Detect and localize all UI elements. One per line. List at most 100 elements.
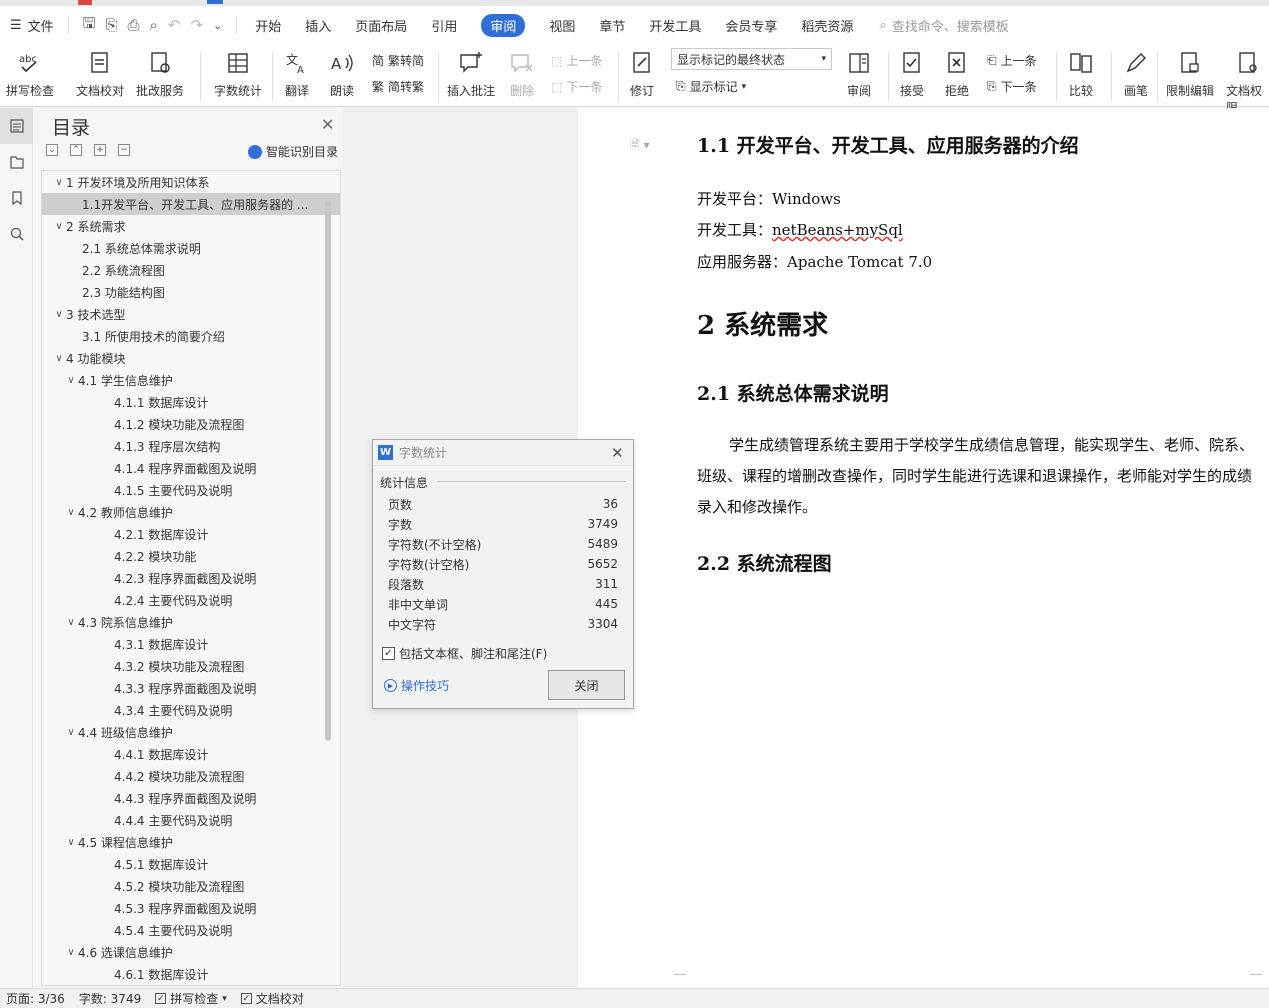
tab-6[interactable]: 章节 xyxy=(587,6,637,44)
toc-item[interactable]: 4.1.5 主要代码及说明 xyxy=(42,479,340,501)
doc-permission-button[interactable]: 文档权限 xyxy=(1226,48,1269,116)
close-icon[interactable]: ✕ xyxy=(611,444,624,462)
tab-3[interactable]: 引用 xyxy=(419,6,469,44)
toc-item[interactable]: 4.2.3 程序界面截图及说明 xyxy=(42,567,340,589)
chevron-down-icon[interactable]: ∨ xyxy=(64,507,78,518)
chevron-down-icon[interactable]: ∨ xyxy=(52,309,66,320)
proofread-button[interactable]: 文档校对 xyxy=(76,48,124,99)
toc-item[interactable]: 4.5.1 数据库设计 xyxy=(42,853,340,875)
toc-item[interactable]: 3.1 所使用技术的简要介绍 xyxy=(42,325,340,347)
chevron-down-icon[interactable]: ∨ xyxy=(64,727,78,738)
insert-comment-button[interactable]: 插入批注 xyxy=(447,48,495,99)
correction-service-button[interactable]: 批改服务 xyxy=(136,48,184,99)
search-icon[interactable] xyxy=(0,216,33,252)
toc-item[interactable]: ∨ 3 技术选型 xyxy=(42,303,340,325)
toc-item[interactable]: 2.3 功能结构图 xyxy=(42,281,340,303)
chapter-icon[interactable] xyxy=(0,144,33,180)
spellcheck-button[interactable]: abc 拼写检查 xyxy=(6,48,54,99)
toc-item[interactable]: ∨ 4.6 选课信息维护 xyxy=(42,941,340,963)
toc-item[interactable]: 4.5.4 主要代码及说明 xyxy=(42,919,340,941)
toc-item[interactable]: 4.3.1 数据库设计 xyxy=(42,633,340,655)
chevron-down-icon[interactable]: ∨ xyxy=(52,177,66,188)
spellcheck-toggle[interactable]: ✓ 拼写检查 ▾ xyxy=(155,990,227,1007)
ink-button[interactable]: 画笔 xyxy=(1121,48,1151,99)
customize-icon[interactable]: ⌄ xyxy=(213,19,222,32)
toc-item[interactable]: 4.3.3 程序界面截图及说明 xyxy=(42,677,340,699)
tab-4[interactable]: 审阅 xyxy=(469,6,537,44)
restrict-editing-button[interactable]: 限制编辑 xyxy=(1166,48,1214,99)
toc-item[interactable]: 4.5.3 程序界面截图及说明 xyxy=(42,897,340,919)
word-count-button[interactable]: 字数统计 xyxy=(214,48,262,99)
reject-button[interactable]: 拒绝 xyxy=(942,48,972,99)
toc-item[interactable]: ∨ 4 功能模块 xyxy=(42,347,340,369)
toc-item[interactable]: ∨ 4.3 院系信息维护 xyxy=(42,611,340,633)
toc-item[interactable]: 4.4.3 程序界面截图及说明 xyxy=(42,787,340,809)
close-icon[interactable]: ✕ xyxy=(321,115,334,134)
translate-button[interactable]: 文A 翻译 xyxy=(282,48,312,99)
simp-to-trad-button[interactable]: 繁 简转繁 xyxy=(372,78,424,95)
chevron-down-icon[interactable]: ∨ xyxy=(64,947,78,958)
toc-item[interactable]: ∨ 4.2 教师信息维护 xyxy=(42,501,340,523)
close-button[interactable]: 关闭 xyxy=(548,670,625,700)
tab-5[interactable]: 视图 xyxy=(537,6,587,44)
toc-panel-icon[interactable] xyxy=(0,108,33,144)
tips-link[interactable]: ▶ 操作技巧 xyxy=(384,677,449,694)
toc-item[interactable]: 4.2.2 模块功能 xyxy=(42,545,340,567)
next-comment-button[interactable]: ⬚ 下一条 xyxy=(551,78,602,95)
track-changes-button[interactable]: 修订 xyxy=(627,48,657,99)
toc-item[interactable]: 1.1开发平台、开发工具、应用服务器的 ... xyxy=(42,193,340,215)
redo-icon[interactable]: ↷ xyxy=(190,16,203,34)
toc-item[interactable]: 4.3.2 模块功能及流程图 xyxy=(42,655,340,677)
bookmark-icon[interactable] xyxy=(0,180,33,216)
show-markup-button[interactable]: ⎘ 显示标记 ▾ xyxy=(676,78,746,95)
chevron-down-icon[interactable]: ∨ xyxy=(64,617,78,628)
toc-item[interactable]: ∨ 4.5 课程信息维护 xyxy=(42,831,340,853)
command-search[interactable]: ⌕ 查找命令、搜索模板 xyxy=(879,16,1008,35)
print-icon[interactable]: ⎙ xyxy=(127,16,139,34)
tab-8[interactable]: 会员专享 xyxy=(713,6,789,44)
delete-comment-button[interactable]: 删除 xyxy=(507,48,537,99)
save-icon[interactable]: 🖫 xyxy=(83,13,96,38)
review-pane-button[interactable]: 审阅 xyxy=(844,48,874,99)
toc-item[interactable]: 2.2 系统流程图 xyxy=(42,259,340,281)
word-count-indicator[interactable]: 字数: 3749 xyxy=(79,990,141,1007)
toc-item[interactable]: 4.4.1 数据库设计 xyxy=(42,743,340,765)
trad-to-simp-button[interactable]: 简 繁转简 xyxy=(372,52,424,69)
markup-state-select[interactable]: 显示标记的最终状态 ▾ xyxy=(671,48,832,70)
read-aloud-button[interactable]: A 朗读 xyxy=(327,48,357,99)
toc-item[interactable]: 4.1.2 模块功能及流程图 xyxy=(42,413,340,435)
toc-item[interactable]: 4.3.4 主要代码及说明 xyxy=(42,699,340,721)
smart-toc-button[interactable]: 智能识别目录 xyxy=(248,143,338,160)
toc-item[interactable]: 4.2.1 数据库设计 xyxy=(42,523,340,545)
dialog-titlebar[interactable]: W 字数统计 ✕ xyxy=(373,440,633,466)
toc-item[interactable]: ∨ 4.1 学生信息维护 xyxy=(42,369,340,391)
expand-all-icon[interactable]: ⌄ xyxy=(46,144,58,156)
document-page[interactable]: 🗎 ▾ 1.1 开发平台、开发工具、应用服务器的介绍 开发平台：Windows … xyxy=(578,108,1269,988)
toc-item[interactable]: 4.1.3 程序层次结构 xyxy=(42,435,340,457)
toc-item[interactable]: ∨ 2 系统需求 xyxy=(42,215,340,237)
include-textbox-checkbox[interactable]: ✓ 包括文本框、脚注和尾注(F) xyxy=(382,645,547,662)
chevron-down-icon[interactable]: ∨ xyxy=(52,353,66,364)
toc-item[interactable]: 2.1 系统总体需求说明 xyxy=(42,237,340,259)
toc-item[interactable]: 4.6.1 数据库设计 xyxy=(42,963,340,985)
toc-scrollbar[interactable] xyxy=(325,201,331,741)
toc-item[interactable]: ∨ 1 开发环境及所用知识体系 xyxy=(42,171,340,193)
tab-7[interactable]: 开发工具 xyxy=(637,6,713,44)
page-indicator[interactable]: 页面: 3/36 xyxy=(6,990,65,1007)
add-heading-icon[interactable]: + xyxy=(94,144,106,156)
toc-item[interactable]: 4.2.4 主要代码及说明 xyxy=(42,589,340,611)
toc-item[interactable]: 4.1.1 数据库设计 xyxy=(42,391,340,413)
toc-item[interactable]: ∨ 4.4 班级信息维护 xyxy=(42,721,340,743)
proofread-toggle[interactable]: ✓ 文档校对 xyxy=(240,990,304,1007)
chevron-down-icon[interactable]: ∨ xyxy=(64,375,78,386)
chevron-down-icon[interactable]: ∨ xyxy=(52,221,66,232)
export-icon[interactable]: ⎘ xyxy=(105,16,117,34)
toc-item[interactable]: 4.4.4 主要代码及说明 xyxy=(42,809,340,831)
toc-item[interactable]: 4.1.4 程序界面截图及说明 xyxy=(42,457,340,479)
collapse-all-icon[interactable]: ⌃ xyxy=(70,144,82,156)
file-menu[interactable]: ☰ 文件 xyxy=(0,6,62,44)
remove-heading-icon[interactable]: − xyxy=(118,144,130,156)
tab-2[interactable]: 页面布局 xyxy=(343,6,419,44)
print-preview-icon[interactable]: ⌕ xyxy=(149,16,157,34)
tab-9[interactable]: 稻壳资源 xyxy=(789,6,865,44)
